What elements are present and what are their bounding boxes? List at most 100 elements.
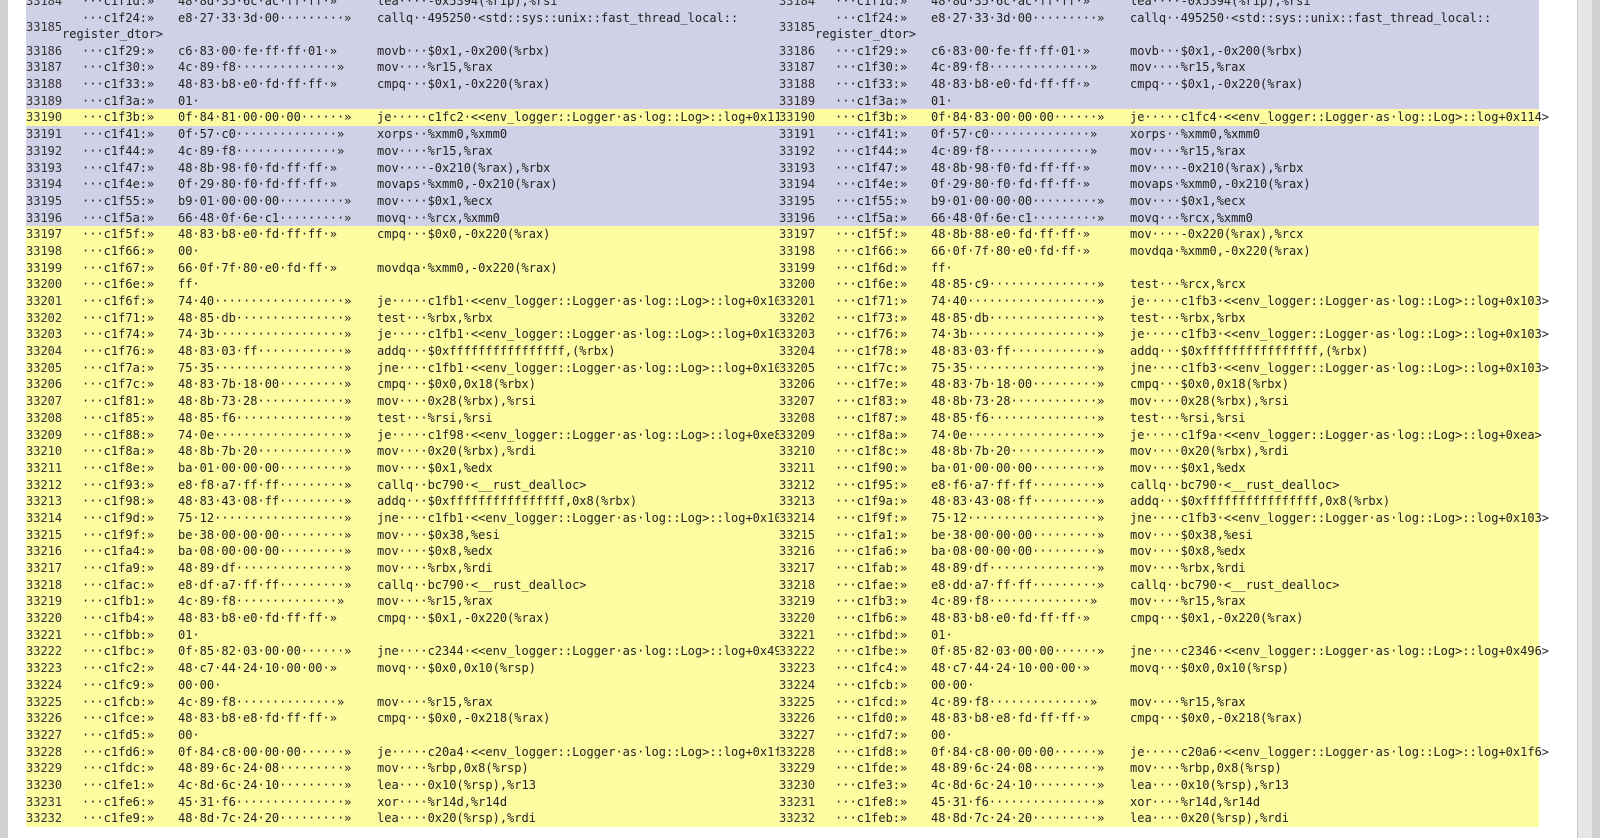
diff-line: 33230 ···c1fe1:» 4c·8d·6c·24·10·········» l… <box>26 776 786 794</box>
address: ···c1f5a:» <box>82 210 155 225</box>
address: ···c1f3a:» <box>82 93 155 108</box>
address: ···c1f90:» <box>835 460 908 475</box>
line-number: 33213 <box>779 494 816 509</box>
line-number: 33191 <box>26 127 63 142</box>
opcode-bytes: 48·c7·44·24·10·00·00·» <box>931 661 1090 676</box>
opcode-bytes: 75·35··················» <box>178 360 352 375</box>
diff-line: 33192 ···c1f44:» 4c·89·f8··············» mo… <box>779 142 1539 160</box>
left-diff-pane: 33184 ···c1f1d:» 48·8d·35·6c·ac·ff·ff·» lea… <box>26 0 796 827</box>
diff-line: 33185 ···c1f24:» register_dtor> e8·27·33·3d… <box>26 9 786 43</box>
address: ···c1fc2:» <box>82 661 155 676</box>
address: ···c1f8a:» <box>82 444 155 459</box>
diff-line: 33187 ···c1f30:» 4c·89·f8··············» mo… <box>26 59 786 77</box>
assembly-instruction: xor····%r14d,%r14d <box>1130 794 1261 809</box>
diff-line: 33197 ···c1f5f:» 48·83·b8·e0·fd·ff·ff·» cmp… <box>26 226 786 243</box>
opcode-bytes: 48·89·df···············» <box>178 561 352 575</box>
address: ···c1f67:» <box>82 260 155 275</box>
assembly-instruction: callq··495250·<std::sys::unix::fast_thre… <box>1130 10 1492 25</box>
opcode-bytes: b9·01·00·00·00·········» <box>931 193 1105 208</box>
diff-line: 33199 ···c1f6d:» ff· <box>779 259 1539 277</box>
opcode-bytes: 74·3b··················» <box>178 327 352 342</box>
assembly-instruction: mov····$0x38,%esi <box>377 527 500 542</box>
diff-line: 33190 ···c1f3b:» 0f·84·81·00·00·00······» j… <box>26 109 796 127</box>
line-number: 33202 <box>779 310 816 325</box>
assembly-instruction: xorps··%xmm0,%xmm0 <box>377 127 508 142</box>
line-number: 33214 <box>26 510 63 525</box>
diff-line: 33223 ···c1fc2:» 48·c7·44·24·10·00·00·» mov… <box>26 660 786 677</box>
line-number: 33204 <box>26 344 63 359</box>
assembly-instruction: movq···%rcx,%xmm0 <box>1130 210 1253 225</box>
line-number: 33232 <box>26 811 63 826</box>
opcode-bytes: 75·12··················» <box>931 510 1105 525</box>
diff-line: 33222 ···c1fbc:» 0f·85·82·03·00·00······» j… <box>26 643 796 661</box>
line-number: 33192 <box>26 143 63 158</box>
opcode-bytes: 48·89·6c·24·08·········» <box>931 761 1105 776</box>
opcode-bytes: 00· <box>178 243 200 258</box>
line-number: 33222 <box>779 644 816 659</box>
line-number: 33225 <box>26 694 63 709</box>
line-number: 33198 <box>26 243 63 258</box>
diff-line: 33226 ···c1fce:» 48·83·b8·e8·fd·ff·ff·» cmp… <box>26 710 786 727</box>
diff-line: 33185 ···c1f24:» register_dtor> e8·27·33·3d… <box>779 9 1539 43</box>
diff-line: 33211 ···c1f8e:» ba·01·00·00·00·········» m… <box>26 459 786 477</box>
opcode-bytes: 4c·89·f8··············» <box>931 694 1098 709</box>
diff-line: 33213 ···c1f9a:» 48·83·43·08·ff·········» a… <box>779 493 1539 510</box>
address: ···c1f30:» <box>835 60 908 75</box>
assembly-instruction: je·····c1fb3·<<env_logger::Logger·as·log… <box>1130 327 1550 342</box>
opcode-bytes: 48·83·7b·18·00·········» <box>931 377 1105 392</box>
diff-line: 33215 ···c1fa1:» be·38·00·00·00·········» m… <box>779 526 1539 544</box>
opcode-bytes: 74·40··················» <box>931 294 1105 308</box>
address: ···c1f24:» <box>82 10 155 25</box>
opcode-bytes: 75·12··················» <box>178 510 352 525</box>
line-number: 33228 <box>26 744 63 759</box>
line-number: 33209 <box>779 427 816 442</box>
assembly-instruction: lea····0x20(%rsp),%rdi <box>377 811 536 826</box>
address: ···c1f76:» <box>835 327 908 342</box>
opcode-bytes: c6·83·00·fe·ff·ff·01·» <box>178 43 337 58</box>
address: ···c1f24:» <box>835 10 908 25</box>
line-number: 33193 <box>779 160 816 175</box>
line-number: 33194 <box>779 177 816 192</box>
opcode-bytes: ba·08·00·00·00·········» <box>178 544 352 559</box>
line-number: 33220 <box>26 611 63 626</box>
diff-line: 33186 ···c1f29:» c6·83·00·fe·ff·ff·01·» mov… <box>779 42 1539 60</box>
opcode-bytes: e8·dd·a7·ff·ff·········» <box>931 577 1105 592</box>
address: ···c1f93:» <box>82 477 155 492</box>
assembly-instruction: jne····c1fb1·<<env_logger::Logger·as·log… <box>377 360 797 375</box>
assembly-instruction: mov····%r15,%rax <box>377 694 493 709</box>
vertical-scrollbar[interactable] <box>1577 0 1592 838</box>
address: ···c1f5a:» <box>835 210 908 225</box>
line-number: 33200 <box>779 277 816 292</box>
address: ···c1f8a:» <box>835 427 908 442</box>
line-number: 33223 <box>779 661 816 676</box>
opcode-bytes: 01· <box>931 627 953 642</box>
assembly-instruction: mov····-0x210(%rax),%rbx <box>1130 160 1304 175</box>
address: ···c1fb3:» <box>835 594 908 609</box>
address: ···c1fa1:» <box>835 527 908 542</box>
address: ···c1fbe:» <box>835 644 908 659</box>
address: ···c1f9a:» <box>835 494 908 509</box>
opcode-bytes: 4c·89·f8··············» <box>178 594 345 609</box>
diff-line: 33232 ···c1feb:» 48·8d·7c·24·20·········» l… <box>779 810 1539 827</box>
assembly-instruction: movb···$0x1,-0x200(%rbx) <box>1130 43 1304 58</box>
assembly-instruction: je·····c1fc4·<<env_logger::Logger·as·log… <box>1130 110 1550 125</box>
address: ···c1f74:» <box>82 327 155 342</box>
assembly-instruction: mov····0x28(%rbx),%rsi <box>1130 394 1289 409</box>
line-number: 33231 <box>26 794 63 809</box>
address: ···c1fd0:» <box>835 711 908 726</box>
line-number: 33215 <box>779 527 816 542</box>
line-number: 33205 <box>26 360 63 375</box>
assembly-instruction: je·····c1f98·<<env_logger::Logger·as·log… <box>377 427 789 442</box>
address: ···c1fe9:» <box>82 811 155 826</box>
line-number: 33227 <box>26 727 63 742</box>
line-number: 33226 <box>779 711 816 726</box>
assembly-instruction: je·····c20a4·<<env_logger::Logger·as·log… <box>377 744 797 759</box>
line-number: 33192 <box>779 143 816 158</box>
assembly-instruction: lea····0x10(%rsp),%r13 <box>1130 777 1289 792</box>
address: ···c1f47:» <box>82 160 155 175</box>
address: ···c1fce:» <box>82 711 155 726</box>
line-number: 33207 <box>779 394 816 409</box>
address: ···c1f9f:» <box>82 527 155 542</box>
diff-line: 33210 ···c1f8c:» 48·8b·7b·20············» m… <box>779 443 1539 460</box>
address: ···c1f81:» <box>82 394 155 409</box>
